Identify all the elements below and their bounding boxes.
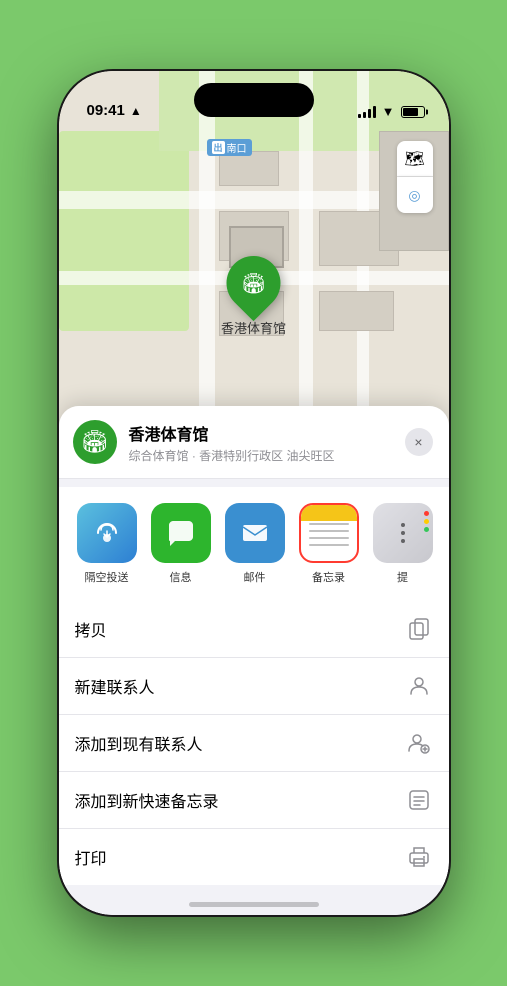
more-dot-2 xyxy=(401,531,405,535)
phone-frame: 09:41 ▲ ▼ xyxy=(59,71,449,915)
color-dot-red xyxy=(424,511,429,516)
action-list: 拷贝 新建联系人 xyxy=(59,601,449,885)
print-icon xyxy=(405,843,433,871)
marker-pin-inner: 🏟 xyxy=(241,271,266,296)
map-type-button[interactable]: 🗺 xyxy=(397,141,433,177)
location-subtitle: 综合体育馆 · 香港特别行政区 油尖旺区 xyxy=(129,447,393,464)
map-label: 出 南口 xyxy=(207,139,252,156)
mail-label: 邮件 xyxy=(244,569,266,585)
action-print[interactable]: 打印 xyxy=(59,829,449,885)
airdrop-icon xyxy=(77,503,137,563)
airdrop-label: 隔空投送 xyxy=(85,569,129,585)
status-time: 09:41 xyxy=(83,102,125,119)
notes-line-3 xyxy=(309,537,349,539)
color-dot-green xyxy=(424,527,429,532)
map-building-5 xyxy=(319,291,394,331)
map-building-3 xyxy=(219,151,279,186)
map-label-prefix: 出 xyxy=(212,141,225,154)
action-copy-label: 拷贝 xyxy=(75,617,107,641)
copy-icon xyxy=(405,615,433,643)
action-new-contact-label: 新建联系人 xyxy=(75,674,155,698)
action-copy[interactable]: 拷贝 xyxy=(59,601,449,658)
action-new-contact[interactable]: 新建联系人 xyxy=(59,658,449,715)
action-add-contact-label: 添加到现有联系人 xyxy=(75,731,203,755)
marker-pin: 🏟 xyxy=(215,245,291,321)
share-row: 隔空投送 信息 xyxy=(59,487,449,601)
map-label-text: 南口 xyxy=(227,140,247,155)
wifi-icon: ▼ xyxy=(382,104,395,119)
home-indicator xyxy=(189,902,319,907)
location-icon: 🏟 xyxy=(73,420,117,464)
signal-bars xyxy=(358,106,376,118)
share-item-airdrop[interactable]: 隔空投送 xyxy=(75,503,139,585)
notes-label: 备忘录 xyxy=(312,569,345,585)
color-dot-yellow xyxy=(424,519,429,524)
battery-fill xyxy=(403,108,418,116)
location-header: 🏟 香港体育馆 综合体育馆 · 香港特别行政区 油尖旺区 × xyxy=(59,406,449,479)
share-item-notes[interactable]: 备忘录 xyxy=(297,503,361,585)
more-label: 提 xyxy=(397,569,408,585)
action-add-contact[interactable]: 添加到现有联系人 xyxy=(59,715,449,772)
notes-line-2 xyxy=(309,530,349,532)
signal-bar-1 xyxy=(358,114,361,118)
notes-icon xyxy=(299,503,359,563)
more-dot-3 xyxy=(401,539,405,543)
close-button[interactable]: × xyxy=(405,428,433,456)
status-icons: ▼ xyxy=(358,104,425,119)
more-dots xyxy=(401,523,405,543)
notes-line-4 xyxy=(309,544,349,546)
notes-line-1 xyxy=(309,523,349,525)
action-print-label: 打印 xyxy=(75,845,107,869)
bottom-sheet: 🏟 香港体育馆 综合体育馆 · 香港特别行政区 油尖旺区 × xyxy=(59,406,449,915)
location-name: 香港体育馆 xyxy=(129,421,393,445)
signal-bar-2 xyxy=(363,112,366,118)
message-label: 信息 xyxy=(170,569,192,585)
signal-bar-4 xyxy=(373,106,376,118)
message-icon xyxy=(151,503,211,563)
dynamic-island xyxy=(194,83,314,117)
share-item-mail[interactable]: 邮件 xyxy=(223,503,287,585)
more-dot-1 xyxy=(401,523,405,527)
location-marker: 🏟 香港体育馆 xyxy=(221,256,286,337)
person-icon xyxy=(405,672,433,700)
map-green-1 xyxy=(59,131,189,331)
person-add-icon xyxy=(405,729,433,757)
navigation-icon: ▲ xyxy=(130,104,142,118)
notes-lines xyxy=(309,523,349,546)
location-button[interactable]: ◎ xyxy=(397,177,433,213)
action-quick-note-label: 添加到新快速备忘录 xyxy=(75,788,219,812)
share-item-more[interactable]: 提 xyxy=(371,503,435,585)
home-indicator-area xyxy=(59,885,449,915)
color-dots xyxy=(424,511,429,532)
location-info: 香港体育馆 综合体育馆 · 香港特别行政区 油尖旺区 xyxy=(129,421,393,464)
phone-screen: 09:41 ▲ ▼ xyxy=(59,71,449,915)
notes-top xyxy=(301,505,357,521)
map-controls: 🗺 ◎ xyxy=(397,141,433,213)
note-icon xyxy=(405,786,433,814)
signal-bar-3 xyxy=(368,109,371,118)
more-icon xyxy=(373,503,433,563)
battery-icon xyxy=(401,106,425,118)
share-item-message[interactable]: 信息 xyxy=(149,503,213,585)
mail-icon xyxy=(225,503,285,563)
action-quick-note[interactable]: 添加到新快速备忘录 xyxy=(59,772,449,829)
